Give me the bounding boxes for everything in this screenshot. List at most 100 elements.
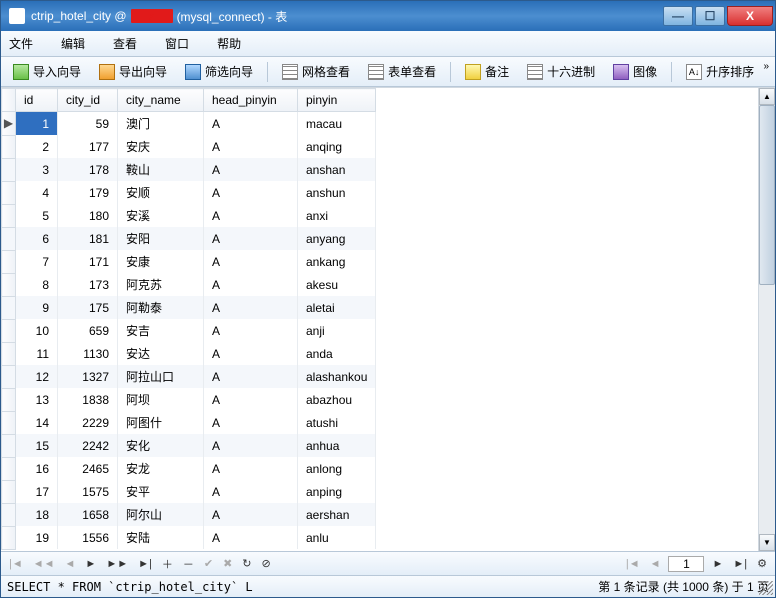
cell-head_pinyin[interactable]: A [204,227,298,250]
cell-pinyin[interactable]: anping [298,480,376,503]
menu-edit[interactable]: 编辑 [61,35,85,52]
cell-head_pinyin[interactable]: A [204,480,298,503]
cell-pinyin[interactable]: aershan [298,503,376,526]
cell-head_pinyin[interactable]: A [204,296,298,319]
cell-city_id[interactable]: 180 [58,204,118,227]
table-row[interactable]: 191556安陆Aanlu [2,526,376,549]
nav-commit-icon[interactable]: ✔ [202,557,215,570]
cell-pinyin[interactable]: anhua [298,434,376,457]
menu-help[interactable]: 帮助 [217,35,241,52]
page-prev-icon[interactable]: ◄ [648,558,663,570]
row-indicator[interactable] [2,158,16,181]
cell-id[interactable]: 8 [16,273,58,296]
cell-head_pinyin[interactable]: A [204,250,298,273]
toolbar-overflow-icon[interactable]: » [763,61,769,72]
filter-wizard-button[interactable]: 筛选向导 [179,61,259,82]
form-view-button[interactable]: 表单查看 [362,61,442,82]
table-row[interactable]: 171575安平Aanping [2,480,376,503]
cell-id[interactable]: 18 [16,503,58,526]
cell-city_name[interactable]: 安化 [118,434,204,457]
cell-city_id[interactable]: 179 [58,181,118,204]
cell-city_id[interactable]: 1327 [58,365,118,388]
cell-city_id[interactable]: 1130 [58,342,118,365]
row-indicator[interactable] [2,480,16,503]
scroll-up-button[interactable]: ▲ [759,88,775,105]
cell-city_name[interactable]: 鞍山 [118,158,204,181]
cell-city_name[interactable]: 澳门 [118,112,204,136]
row-indicator[interactable] [2,181,16,204]
cell-pinyin[interactable]: anda [298,342,376,365]
cell-city_name[interactable]: 阿图什 [118,411,204,434]
row-indicator[interactable] [2,526,16,549]
cell-city_name[interactable]: 安庆 [118,135,204,158]
cell-id[interactable]: 12 [16,365,58,388]
nav-prev-icon[interactable]: ◄ [63,558,78,570]
cell-city_name[interactable]: 安康 [118,250,204,273]
cell-city_name[interactable]: 阿尔山 [118,503,204,526]
nav-prev-page-icon[interactable]: ◄◄ [31,558,57,570]
cell-id[interactable]: 16 [16,457,58,480]
nav-last-icon[interactable]: ►| [136,558,154,570]
cell-city_name[interactable]: 安溪 [118,204,204,227]
table-row[interactable]: ▶159澳门Amacau [2,112,376,136]
cell-city_id[interactable]: 1575 [58,480,118,503]
cell-head_pinyin[interactable]: A [204,457,298,480]
cell-head_pinyin[interactable]: A [204,204,298,227]
cell-pinyin[interactable]: anji [298,319,376,342]
cell-city_name[interactable]: 安顺 [118,181,204,204]
cell-pinyin[interactable]: anyang [298,227,376,250]
cell-city_id[interactable]: 2229 [58,411,118,434]
table-row[interactable]: 142229阿图什Aatushi [2,411,376,434]
table-row[interactable]: 6181安阳Aanyang [2,227,376,250]
nav-next-icon[interactable]: ► [83,558,98,570]
maximize-button[interactable]: ☐ [695,6,725,26]
export-wizard-button[interactable]: 导出向导 [93,61,173,82]
table-row[interactable]: 9175阿勒泰Aaletai [2,296,376,319]
cell-pinyin[interactable]: anlu [298,526,376,549]
cell-id[interactable]: 4 [16,181,58,204]
cell-head_pinyin[interactable]: A [204,112,298,136]
page-settings-icon[interactable]: ⚙ [755,557,769,570]
minimize-button[interactable]: — [663,6,693,26]
menu-view[interactable]: 查看 [113,35,137,52]
import-wizard-button[interactable]: 导入向导 [7,61,87,82]
col-head-pinyin[interactable]: head_pinyin [204,89,298,112]
cell-city_name[interactable]: 安平 [118,480,204,503]
row-header-corner[interactable] [2,89,16,112]
cell-city_id[interactable]: 173 [58,273,118,296]
cell-id[interactable]: 2 [16,135,58,158]
grid-view-button[interactable]: 网格查看 [276,61,356,82]
cell-city_id[interactable]: 59 [58,112,118,136]
row-indicator[interactable] [2,503,16,526]
row-indicator[interactable] [2,365,16,388]
cell-city_name[interactable]: 安陆 [118,526,204,549]
cell-id[interactable]: 13 [16,388,58,411]
nav-next-page-icon[interactable]: ►► [104,558,130,570]
cell-pinyin[interactable]: anqing [298,135,376,158]
memo-button[interactable]: 备注 [459,61,515,82]
cell-id[interactable]: 17 [16,480,58,503]
cell-id[interactable]: 15 [16,434,58,457]
table-row[interactable]: 8173阿克苏Aakesu [2,273,376,296]
nav-refresh-icon[interactable]: ↻ [240,557,253,570]
cell-city_id[interactable]: 1838 [58,388,118,411]
cell-pinyin[interactable]: atushi [298,411,376,434]
scroll-down-button[interactable]: ▼ [759,534,775,551]
cell-head_pinyin[interactable]: A [204,388,298,411]
table-row[interactable]: 121327阿拉山口Aalashankou [2,365,376,388]
table-row[interactable]: 2177安庆Aanqing [2,135,376,158]
table-row[interactable]: 3178鞍山Aanshan [2,158,376,181]
menu-window[interactable]: 窗口 [165,35,189,52]
resize-grip-icon[interactable] [759,581,773,595]
cell-pinyin[interactable]: anshan [298,158,376,181]
cell-pinyin[interactable]: abazhou [298,388,376,411]
row-indicator[interactable] [2,411,16,434]
cell-city_name[interactable]: 阿坝 [118,388,204,411]
row-indicator[interactable] [2,319,16,342]
sort-asc-button[interactable]: A↓升序排序 [680,61,760,82]
cell-city_name[interactable]: 安阳 [118,227,204,250]
cell-id[interactable]: 9 [16,296,58,319]
cell-city_name[interactable]: 阿勒泰 [118,296,204,319]
cell-head_pinyin[interactable]: A [204,342,298,365]
cell-head_pinyin[interactable]: A [204,434,298,457]
